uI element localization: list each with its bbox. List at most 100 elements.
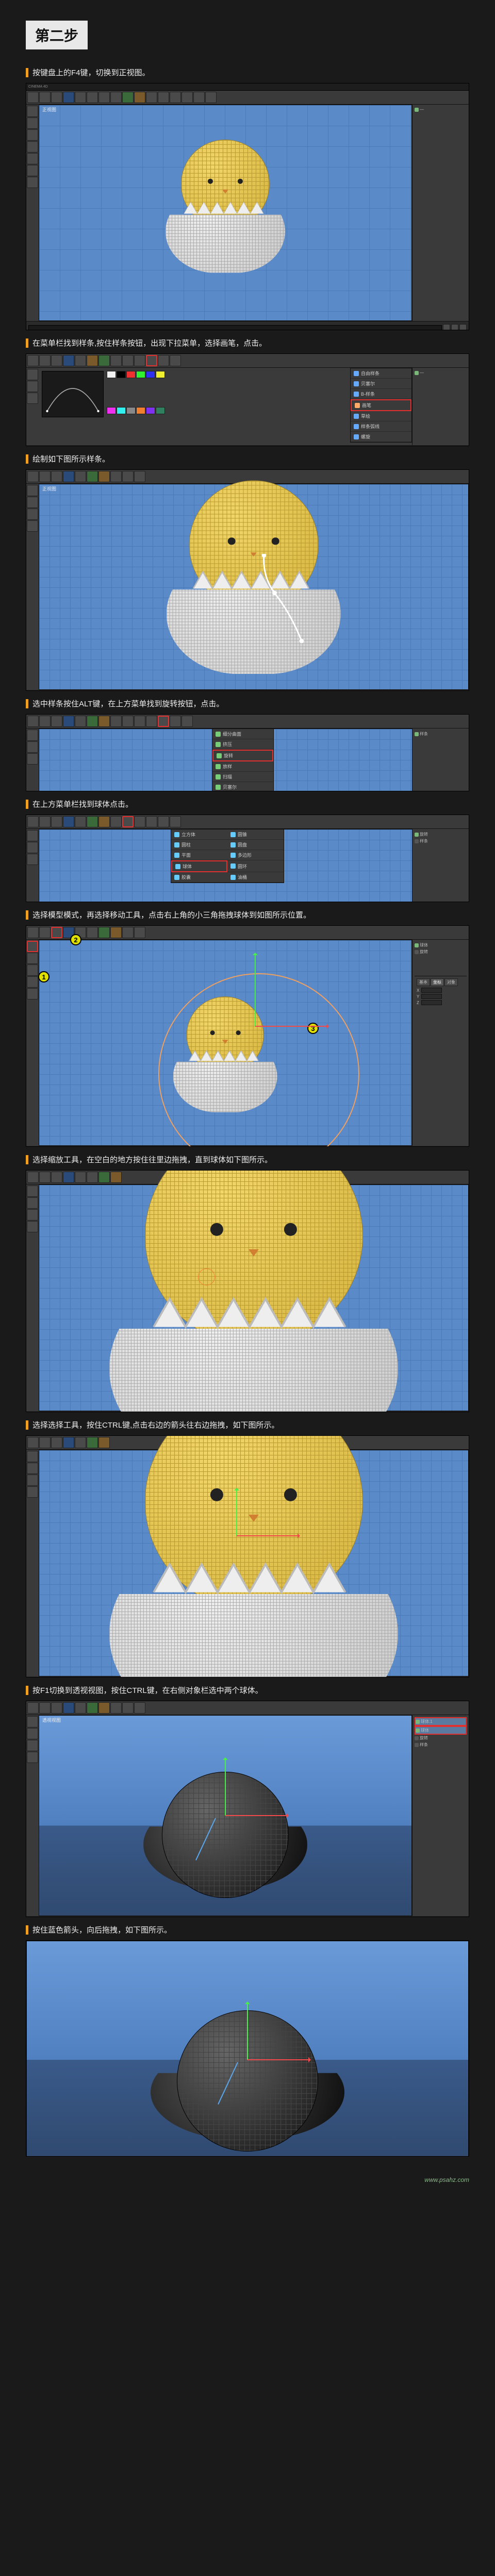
toolbar-btn[interactable] (110, 92, 122, 103)
viewport-front[interactable]: 正视图 (39, 105, 412, 321)
screenshot-3: 正视图 (26, 469, 469, 691)
generator-dropdown[interactable]: 细分曲面 挤压 旋转 放样 扫描 贝塞尔 (212, 728, 274, 791)
toolbar-btn[interactable] (87, 92, 98, 103)
spline-button[interactable] (146, 355, 157, 366)
tb[interactable] (27, 471, 39, 482)
dd-item[interactable]: B-样条 (351, 389, 411, 399)
dd-item[interactable]: 螺旋 (351, 432, 411, 442)
dd-item[interactable]: 放样 (212, 761, 273, 772)
obj-row[interactable]: — (415, 370, 467, 376)
primitive-dropdown[interactable]: 立方体 圆锥 圆柱 圆盘 平面 多边形 球体 圆环 胶囊 油桶 (171, 829, 284, 883)
toolbar-btn[interactable] (122, 355, 134, 366)
left-tool-palette (26, 484, 39, 690)
toolbar-btn[interactable] (87, 355, 98, 366)
dd-item[interactable]: 挤压 (212, 739, 273, 750)
screenshot-2: 自由样条 贝塞尔 B-样条 画笔 草绘 样条弧线 螺旋 — (26, 353, 469, 446)
toolbar-btn[interactable] (158, 92, 169, 103)
caption-1: 按键盘上的F4键，切换到正视图。 (26, 67, 469, 78)
watermark: www.psahz.com (0, 2172, 495, 2194)
tb[interactable] (39, 471, 51, 482)
move-tool[interactable] (51, 927, 62, 938)
viewport-persp[interactable] (26, 1941, 469, 2157)
toolbar-btn[interactable] (110, 355, 122, 366)
toolbar-btn[interactable] (63, 92, 74, 103)
viewport-front[interactable]: 1 2 3 (39, 940, 412, 1146)
viewport-persp[interactable]: 透视视图 (39, 1715, 412, 1916)
toolbar-btn[interactable] (51, 355, 62, 366)
viewport-front[interactable] (39, 1450, 469, 1676)
dd-item[interactable]: 样条弧线 (351, 421, 411, 432)
tool-btn[interactable] (27, 393, 38, 404)
toolbar-btn[interactable] (146, 92, 157, 103)
obj-row[interactable]: — (415, 107, 467, 112)
play-btn[interactable] (443, 324, 450, 331)
toolbar-btn[interactable] (27, 92, 39, 103)
tb[interactable] (75, 471, 86, 482)
caption-4-text: 选中样条按住ALT键，在上方菜单找到旋转按钮，点击。 (32, 698, 224, 709)
caption-10: 按住蓝色箭头，向后拖拽，如下图所示。 (26, 1924, 469, 1935)
dd-item[interactable]: 贝塞尔 (351, 379, 411, 389)
toolbar-btn[interactable] (39, 355, 51, 366)
obj-sphere1[interactable]: 球体.1 (415, 1717, 467, 1726)
toolbar-btn[interactable] (193, 92, 205, 103)
toolbar-btn[interactable] (170, 355, 181, 366)
tool-btn[interactable] (27, 117, 38, 129)
toolbar-btn[interactable] (134, 92, 145, 103)
viewport-front[interactable]: 正视图 (39, 484, 469, 690)
toolbar-btn[interactable] (51, 92, 62, 103)
toolbar-btn[interactable] (182, 92, 193, 103)
tb[interactable] (51, 471, 62, 482)
rec-btn[interactable] (459, 324, 467, 331)
timeline-track[interactable] (28, 325, 442, 330)
generator-button[interactable] (158, 716, 169, 727)
toolbar-btn[interactable] (75, 92, 86, 103)
tb[interactable] (87, 471, 98, 482)
tool-btn[interactable] (27, 369, 38, 380)
dd-item[interactable]: 细分曲面 (212, 729, 273, 739)
tb[interactable] (110, 471, 122, 482)
floor-grid-icon (39, 1716, 194, 1793)
spline-dropdown[interactable]: 自由样条 贝塞尔 B-样条 画笔 草绘 样条弧线 螺旋 (350, 368, 412, 443)
tool-btn[interactable] (27, 153, 38, 164)
primitive-button[interactable] (122, 816, 134, 827)
screenshot-5: 立方体 圆锥 圆柱 圆盘 平面 多边形 球体 圆环 胶囊 油桶 旋转 样条 (26, 815, 469, 902)
toolbar-btn[interactable] (122, 92, 134, 103)
dd-item-lathe[interactable]: 旋转 (212, 750, 273, 761)
tool-btn[interactable] (27, 165, 38, 176)
tool-btn[interactable] (27, 106, 38, 117)
caption-1-text: 按键盘上的F4键，切换到正视图。 (32, 67, 150, 78)
tool-btn[interactable] (27, 129, 38, 141)
viewport-front[interactable] (39, 1184, 469, 1411)
dd-item[interactable]: 草绘 (351, 411, 411, 421)
tool-btn[interactable] (27, 177, 38, 188)
caption-6: 选择模型模式，再选择移动工具，点击右上角的小三角拖拽球体到如图所示位置。 (26, 909, 469, 920)
dd-item-pen[interactable]: 画笔 (351, 399, 411, 411)
toolbar-btn[interactable] (75, 355, 86, 366)
toolbar-btn[interactable] (63, 355, 74, 366)
tool-btn[interactable] (27, 381, 38, 392)
toolbar-btn[interactable] (134, 355, 145, 366)
tool-btn[interactable] (27, 141, 38, 152)
toolbar-btn[interactable] (39, 92, 51, 103)
obj-spline[interactable]: 样条 (415, 1741, 467, 1748)
dd-item[interactable]: 自由样条 (351, 368, 411, 379)
toolbar-btn[interactable] (98, 92, 110, 103)
caption-5: 在上方菜单栏找到球体点击。 (26, 799, 469, 809)
toolbar-btn[interactable] (98, 355, 110, 366)
toolbar-btn[interactable] (27, 355, 39, 366)
obj-sphere[interactable]: 球体 (415, 1726, 467, 1735)
caption-3: 绘制如下图所示样条。 (26, 453, 469, 464)
object-panel: — (412, 368, 469, 445)
model-mode-btn[interactable] (27, 941, 38, 952)
tb[interactable] (63, 471, 74, 482)
toolbar-btn[interactable] (205, 92, 217, 103)
toolbar-btn[interactable] (158, 355, 169, 366)
dd-item[interactable]: 贝塞尔 (212, 782, 273, 791)
dd-item[interactable]: 扫描 (212, 772, 273, 782)
stop-btn[interactable] (451, 324, 458, 331)
tb[interactable] (98, 471, 110, 482)
obj-lathe[interactable]: 旋转 (415, 1735, 467, 1741)
screenshot-1: CINEMA 4D 正视图 (26, 83, 469, 330)
spline-preview (42, 371, 104, 417)
toolbar-btn[interactable] (170, 92, 181, 103)
